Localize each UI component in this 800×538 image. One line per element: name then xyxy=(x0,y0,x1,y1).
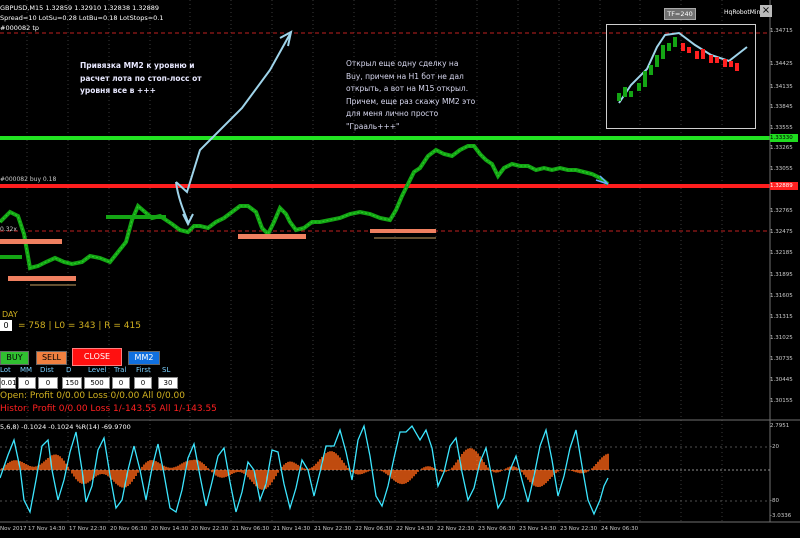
first-input[interactable]: 0 xyxy=(134,377,152,389)
price-tick: 1.33055 xyxy=(770,166,793,172)
close-button[interactable]: CLOSE xyxy=(72,348,122,366)
mm2-button[interactable]: MM2 xyxy=(128,351,160,365)
field-label-level: Level xyxy=(88,366,107,374)
price-series xyxy=(0,144,610,271)
buy-button[interactable]: BUY xyxy=(0,351,29,365)
level-input[interactable]: 500 xyxy=(84,377,110,389)
time-tick: 17 Nov 14:30 xyxy=(28,526,66,532)
field-label-d: D xyxy=(66,366,72,374)
price-tag-red: 1.32889 xyxy=(770,182,798,190)
field-label-mm: MM xyxy=(20,366,33,374)
field-label-dist: Dist xyxy=(40,366,54,374)
time-tick: 20 Nov 06:30 xyxy=(110,526,148,532)
price-tick: 1.32185 xyxy=(770,250,793,256)
dist-input[interactable]: 0 xyxy=(38,377,58,389)
inset-candles-red xyxy=(681,43,739,71)
time-tick: 21 Nov 06:30 xyxy=(232,526,270,532)
time-tick: 23 Nov 14:30 xyxy=(519,526,557,532)
time-tick: 22 Nov 06:30 xyxy=(355,526,393,532)
timeframe-badge[interactable]: TF=240 xyxy=(664,8,696,20)
price-tick: 1.30155 xyxy=(770,398,793,404)
stats-value: 0 xyxy=(0,320,12,331)
mm-input[interactable]: 0 xyxy=(18,377,36,389)
time-tick: 23 Nov 06:30 xyxy=(478,526,516,532)
price-tick: 1.31605 xyxy=(770,293,793,299)
price-tick: 1.33265 xyxy=(770,145,793,151)
history-summary: Histor: Profit 0/0.00 Loss 1/-143.55 All… xyxy=(0,404,217,414)
price-tick: 1.31895 xyxy=(770,272,793,278)
price-tick: 1.34425 xyxy=(770,61,793,67)
annotation-left: Привязка ММ2 к уровню и расчет лота по с… xyxy=(80,61,202,95)
time-tick: 21 Nov 22:30 xyxy=(314,526,352,532)
order-label: #000082 buy 0.18 xyxy=(0,176,57,183)
price-tick: 1.33555 xyxy=(770,125,793,131)
level-marker-3 xyxy=(238,234,306,239)
field-label-sl: SL xyxy=(162,366,171,374)
level-marker-4 xyxy=(370,229,436,233)
field-label-tral: Tral xyxy=(114,366,127,374)
level-marker-green-1 xyxy=(106,215,166,219)
price-tick: 1.32765 xyxy=(770,208,793,214)
price-tick: 1.30735 xyxy=(770,356,793,362)
annotation-right: Открыл еще одну сделку на Buy, причем на… xyxy=(346,59,476,131)
open-summary: Open: Profit 0/0.00 Loss 0/0.00 All 0/0.… xyxy=(0,391,186,401)
sl-input[interactable]: 30 xyxy=(158,377,178,389)
time-tick: 23 Nov 22:30 xyxy=(560,526,598,532)
field-label-lot: Lot xyxy=(0,366,11,374)
level-marker-1 xyxy=(0,239,62,244)
level-marker-green-2 xyxy=(0,255,22,259)
symbol-info: GBPUSD,M15 1.32859 1.32910 1.32838 1.328… xyxy=(0,4,160,12)
inset-chart[interactable] xyxy=(606,24,756,129)
indicator-tick: -20 xyxy=(770,444,779,450)
indicator-tick: 2.7951 xyxy=(770,423,790,429)
time-tick: Nov 2017 xyxy=(0,526,27,532)
inset-title: HqRobotMini xyxy=(724,9,763,16)
time-tick: 20 Nov 22:30 xyxy=(191,526,229,532)
price-tick: 1.34715 xyxy=(770,28,793,34)
indicator-header: 5,6,8) -0.1024 -0.1024 %R(14) -69.9700 xyxy=(0,423,131,431)
time-tick: 20 Nov 14:30 xyxy=(151,526,189,532)
down-arrow-head xyxy=(182,213,194,227)
price-tick: 1.30445 xyxy=(770,377,793,383)
tral-input[interactable]: 0 xyxy=(112,377,130,389)
indicator-tick: -3.0336 xyxy=(770,513,792,519)
order-info: #000082 tp xyxy=(0,24,39,32)
price-tick: 1.31025 xyxy=(770,335,793,341)
d-input[interactable]: 150 xyxy=(62,377,82,389)
field-label-first: First xyxy=(136,366,151,374)
time-tick: 24 Nov 06:30 xyxy=(601,526,639,532)
sell-button[interactable]: SELL xyxy=(36,351,67,365)
time-tick: 22 Nov 14:30 xyxy=(396,526,434,532)
price-tick: 1.33845 xyxy=(770,104,793,110)
stats-line: = 758 | L0 = 343 | R = 415 xyxy=(18,321,141,331)
day-label: DAY xyxy=(2,310,18,319)
indicator-tick: -80 xyxy=(770,498,779,504)
price-tick: 1.32475 xyxy=(770,229,793,235)
close-icon[interactable]: × xyxy=(760,5,772,17)
trend-arrow xyxy=(175,33,291,194)
time-tick: 21 Nov 14:30 xyxy=(273,526,311,532)
price-tick: 1.31315 xyxy=(770,314,793,320)
time-tick: 22 Nov 22:30 xyxy=(437,526,475,532)
lot-input[interactable]: 0.01 xyxy=(0,377,17,389)
price-tag-green: 1.33330 xyxy=(770,134,798,142)
inset-canvas xyxy=(617,31,748,104)
time-tick: 17 Nov 22:30 xyxy=(69,526,107,532)
spread-info: Spread=10 LotSu=0.28 LotBu=0.18 LotStops… xyxy=(0,14,164,22)
level-marker-2 xyxy=(8,276,76,281)
price-tick: 1.34135 xyxy=(770,84,793,90)
level-label: 0.32x xyxy=(0,226,17,233)
